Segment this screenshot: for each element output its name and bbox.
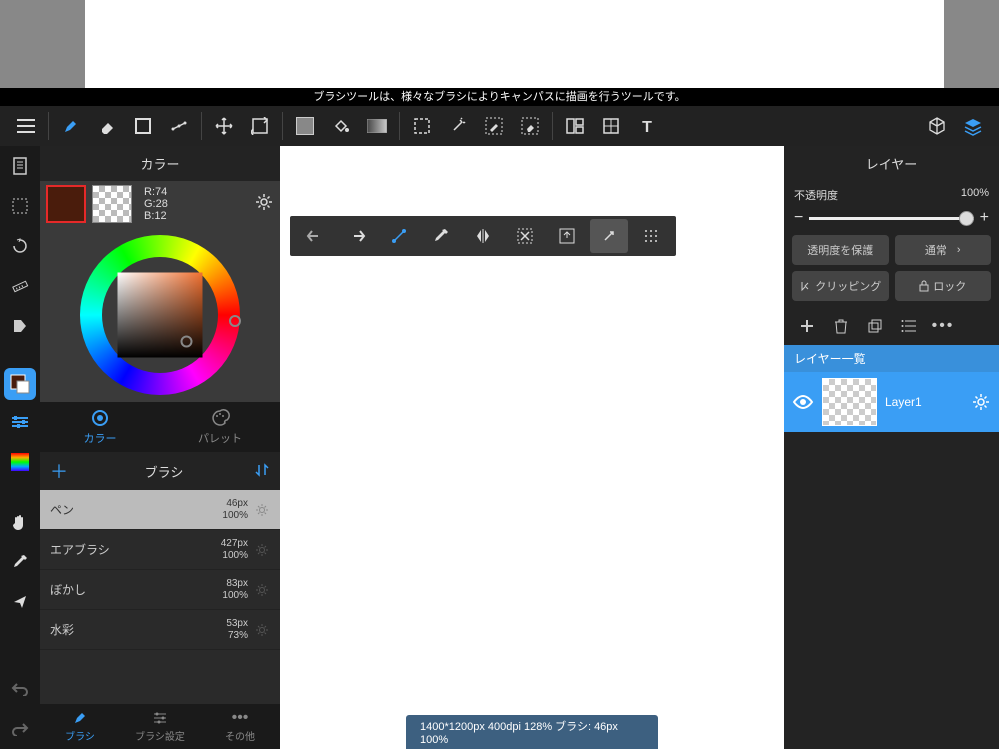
layers-icon[interactable] <box>955 108 991 144</box>
select-brush-icon[interactable] <box>476 108 512 144</box>
canvas[interactable]: 1400*1200px 400dpi 128% ブラシ: 46px 100% <box>280 146 784 749</box>
frame-icon[interactable] <box>557 108 593 144</box>
gear-icon[interactable] <box>254 502 270 518</box>
bucket-icon[interactable] <box>323 108 359 144</box>
stabilizer-icon[interactable] <box>380 219 418 253</box>
layer-thumbnail <box>822 378 877 426</box>
gear-icon[interactable] <box>254 192 274 217</box>
lock-button[interactable]: ロック <box>895 271 992 301</box>
left-rail <box>0 146 40 749</box>
save-icon[interactable] <box>548 219 586 253</box>
layer-item[interactable]: Layer1 <box>784 372 999 432</box>
brush-header: ＋ ブラシ <box>40 452 280 490</box>
list-icon[interactable] <box>894 311 924 341</box>
opacity-label: 不透明度 <box>794 187 838 203</box>
tab-brush[interactable]: ブラシ <box>40 704 120 749</box>
eraser-icon[interactable] <box>89 108 125 144</box>
tab-brush-settings[interactable]: ブラシ設定 <box>120 704 200 749</box>
protect-alpha-button[interactable]: 透明度を保護 <box>792 235 889 265</box>
rotate-icon[interactable] <box>0 226 40 266</box>
info-banner: ブラシツールは、様々なブラシによりキャンパスに描画を行うツールです。 <box>0 88 999 106</box>
visibility-icon[interactable] <box>792 394 814 410</box>
text-icon[interactable]: T <box>629 108 665 144</box>
redo-icon[interactable] <box>338 219 376 253</box>
fill-color-icon[interactable] <box>287 108 323 144</box>
ruler-icon[interactable] <box>0 266 40 306</box>
clipping-button[interactable]: クリッピング <box>792 271 889 301</box>
undo-icon[interactable] <box>296 219 334 253</box>
3d-icon[interactable] <box>919 108 955 144</box>
add-brush-icon[interactable]: ＋ <box>50 458 74 484</box>
rainbow-icon[interactable] <box>0 442 40 482</box>
gradient-icon[interactable] <box>359 108 395 144</box>
status-bar: 1400*1200px 400dpi 128% ブラシ: 46px 100% <box>406 715 658 749</box>
eyedropper-icon[interactable] <box>0 542 40 582</box>
shape-icon[interactable] <box>125 108 161 144</box>
gear-icon[interactable] <box>254 622 270 638</box>
hand-icon[interactable] <box>0 502 40 542</box>
layer-list-header: レイヤー一覧 <box>784 345 999 372</box>
opacity-slider[interactable] <box>809 217 973 220</box>
move-icon[interactable] <box>206 108 242 144</box>
sliders-icon[interactable] <box>0 402 40 442</box>
saturation-box[interactable] <box>118 272 203 357</box>
tab-other[interactable]: •••その他 <box>200 704 280 749</box>
expand-icon[interactable] <box>590 219 628 253</box>
document-icon[interactable] <box>0 146 40 186</box>
slider-minus[interactable]: − <box>794 209 803 227</box>
color-wheel[interactable] <box>80 235 240 395</box>
floating-toolbar <box>290 216 676 256</box>
sort-icon[interactable] <box>254 462 270 481</box>
tag-icon[interactable] <box>0 306 40 346</box>
tab-palette[interactable]: パレット <box>160 402 280 452</box>
layers-title: レイヤー <box>784 146 999 181</box>
duplicate-layer-icon[interactable] <box>860 311 890 341</box>
color-title: カラー <box>40 146 280 181</box>
gear-icon[interactable] <box>254 542 270 558</box>
eyedropper-icon[interactable] <box>422 219 460 253</box>
blend-mode-button[interactable]: 通常› <box>895 235 992 265</box>
rgb-values: R:74 G:28 B:12 <box>138 186 248 222</box>
brush-icon[interactable] <box>53 108 89 144</box>
gear-icon[interactable] <box>254 582 270 598</box>
main-toolbar: T <box>0 106 999 146</box>
deselect-icon[interactable] <box>506 219 544 253</box>
opacity-value: 100% <box>961 187 989 203</box>
grid-icon[interactable] <box>632 219 670 253</box>
brush-item-watercolor[interactable]: 水彩 53px73% <box>40 610 280 650</box>
flip-icon[interactable] <box>464 219 502 253</box>
undo-icon[interactable] <box>0 669 40 709</box>
brush-item-pen[interactable]: ペン 46px100% <box>40 490 280 530</box>
wand-icon[interactable] <box>440 108 476 144</box>
select-eraser-icon[interactable] <box>512 108 548 144</box>
brush-list: ペン 46px100% エアブラシ 427px100% ぼかし 83px100%… <box>40 490 280 704</box>
menu-icon[interactable] <box>8 108 44 144</box>
slider-plus[interactable]: + <box>980 209 989 227</box>
mesh-icon[interactable] <box>593 108 629 144</box>
add-layer-icon[interactable] <box>792 311 822 341</box>
secondary-swatch[interactable] <box>92 185 132 223</box>
brush-item-blur[interactable]: ぼかし 83px100% <box>40 570 280 610</box>
svg-text:T: T <box>642 119 652 134</box>
brush-item-airbrush[interactable]: エアブラシ 427px100% <box>40 530 280 570</box>
tab-color[interactable]: カラー <box>40 402 160 452</box>
transform-icon[interactable] <box>242 108 278 144</box>
gear-icon[interactable] <box>971 392 991 412</box>
share-icon[interactable] <box>0 582 40 622</box>
more-icon[interactable]: ••• <box>928 311 958 341</box>
dots-icon[interactable] <box>161 108 197 144</box>
primary-swatch[interactable] <box>46 185 86 223</box>
delete-layer-icon[interactable] <box>826 311 856 341</box>
marquee-icon[interactable] <box>0 186 40 226</box>
select-rect-icon[interactable] <box>404 108 440 144</box>
color-panel: カラー R:74 G:28 B:12 カラー パレット ＋ ブラシ <box>40 146 280 749</box>
current-swatch-icon[interactable] <box>4 368 36 400</box>
redo-icon[interactable] <box>0 709 40 749</box>
layer-panel: レイヤー 不透明度 100% − + 透明度を保護 通常› クリッピング ロック… <box>784 146 999 749</box>
